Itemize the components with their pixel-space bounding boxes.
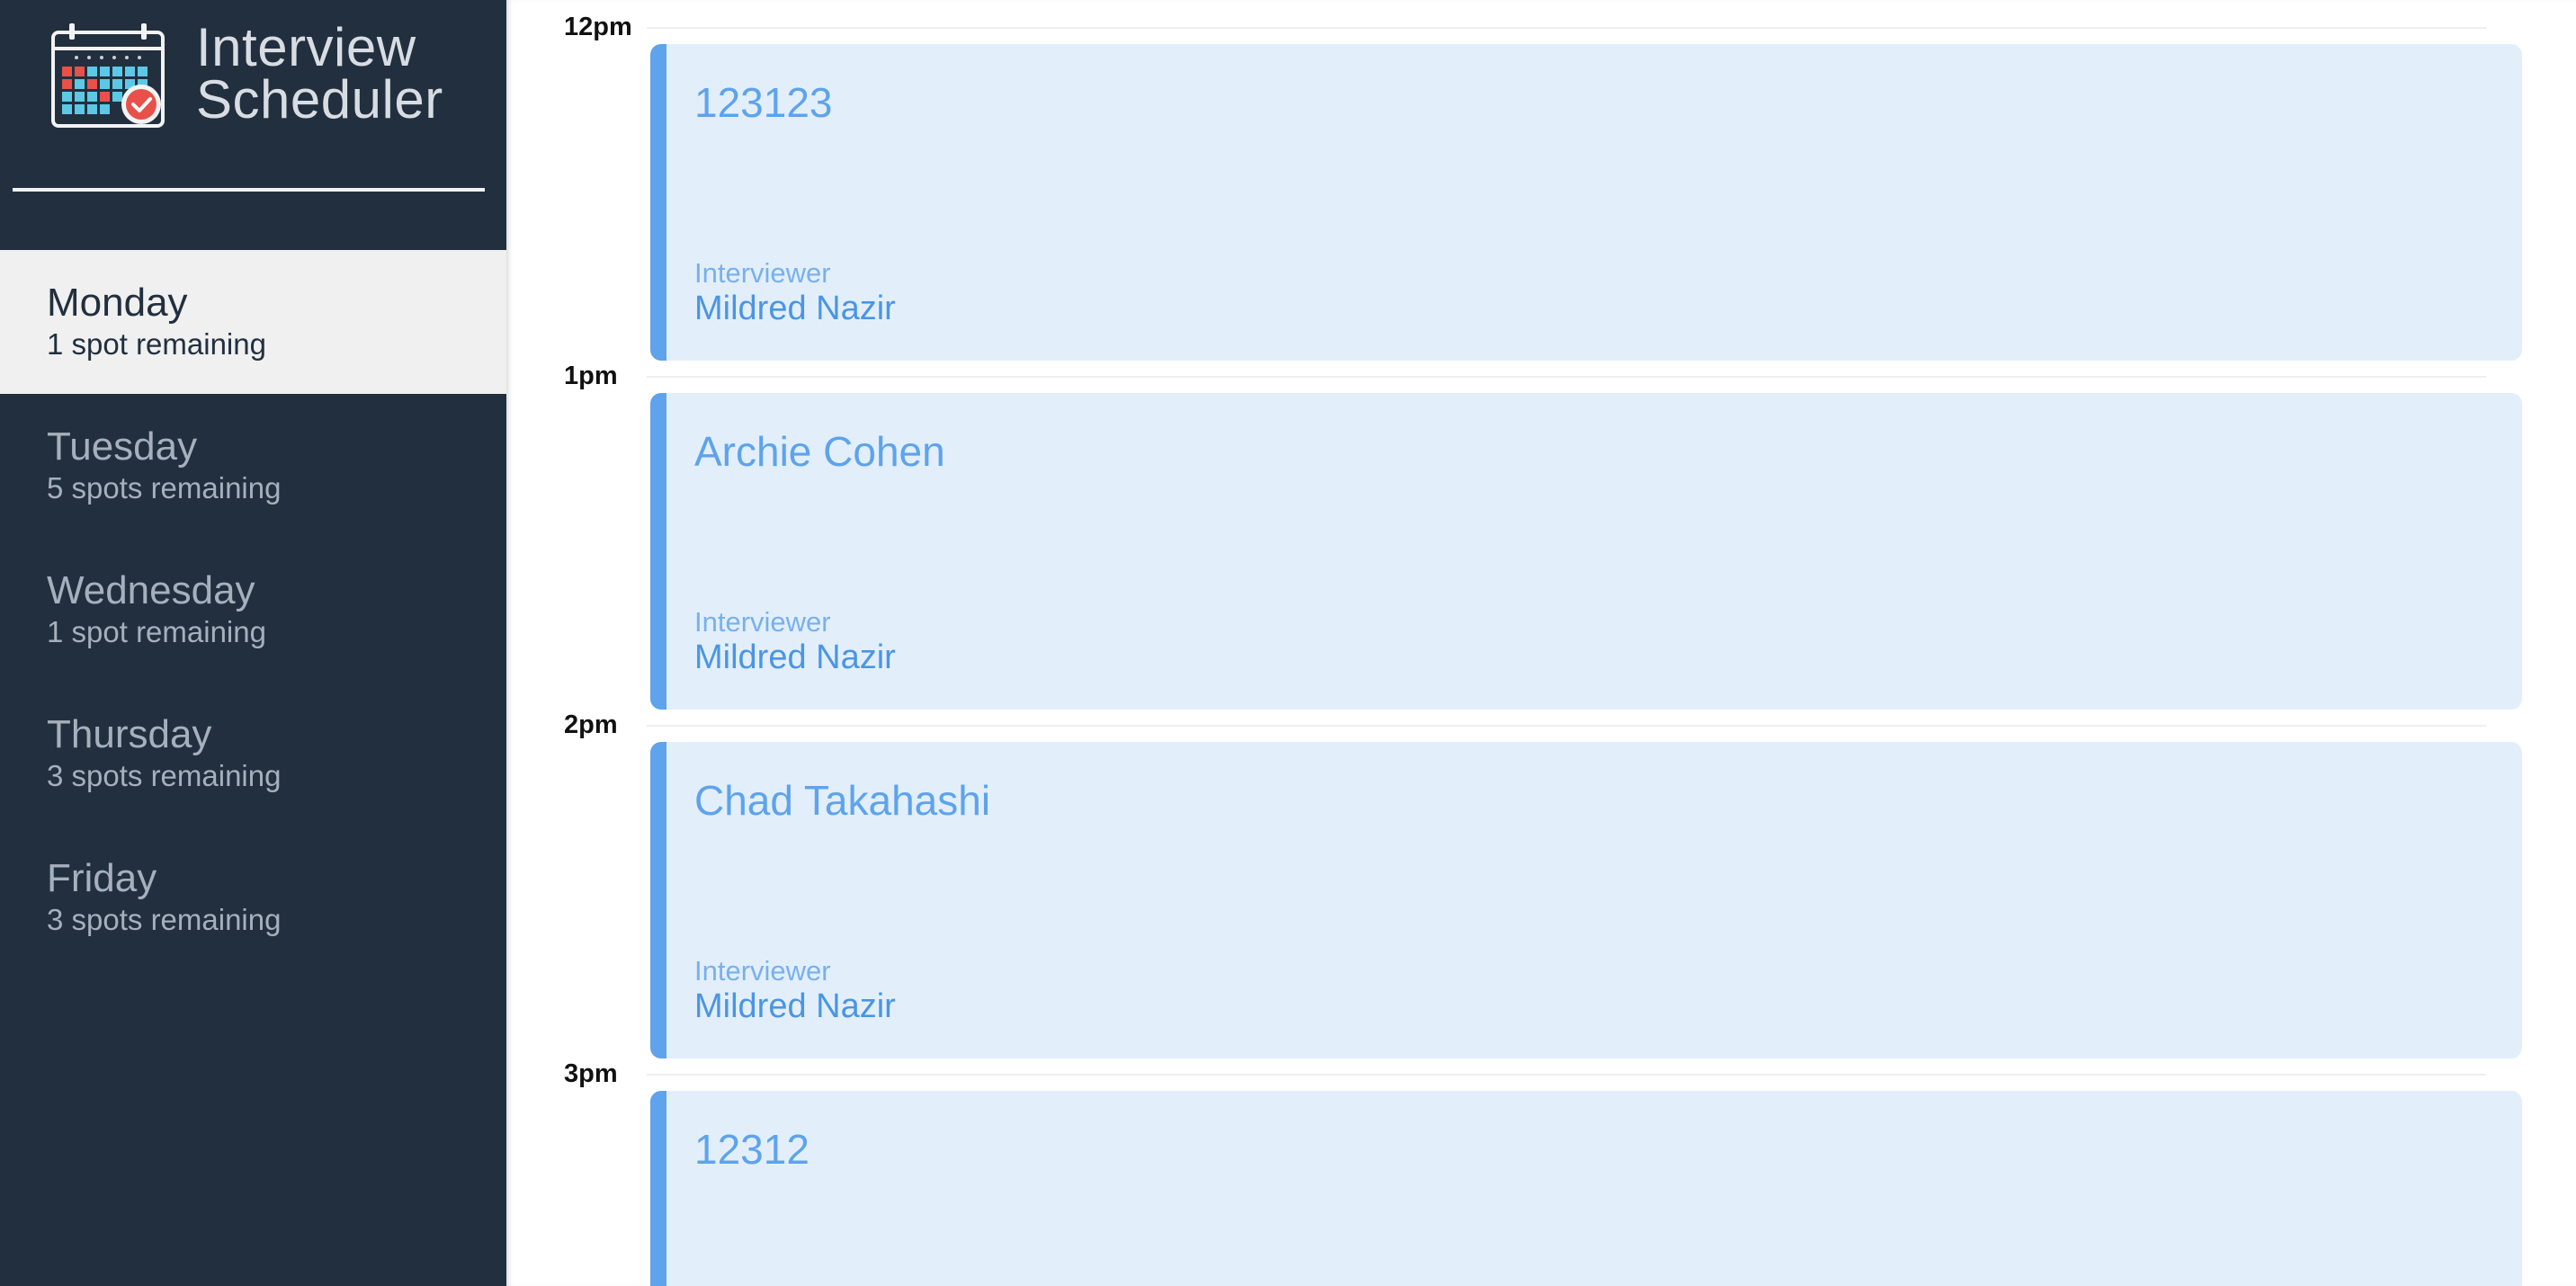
interviewer-name: Mildred Nazir [694,987,896,1025]
day-list: Monday 1 spot remaining Tuesday 5 spots … [0,250,506,969]
app-title-line1: Interview [196,17,416,77]
appointment-card[interactable]: 12312 [650,1091,2522,1286]
day-name: Monday [47,281,188,325]
appointment-card[interactable]: Archie Cohen Interviewer Mildred Nazir [650,393,2522,710]
slot-separator [647,27,2486,29]
app-title: Interview Scheduler [196,17,443,129]
appointment-card[interactable]: 123123 Interviewer Mildred Nazir [650,44,2522,361]
day-spots: 3 spots remaining [47,903,282,936]
calendar-logo-icon [51,23,165,128]
day-item-friday[interactable]: Friday 3 spots remaining [0,826,506,969]
interviewer-label: Interviewer [694,606,831,638]
student-name: 12312 [694,1126,809,1173]
appointment-card[interactable]: Chad Takahashi Interviewer Mildred Nazir [650,742,2522,1058]
slot-separator [647,1074,2486,1076]
app-title-line2: Scheduler [196,69,443,129]
appointment-slot-3pm: 3pm 12312 [506,1047,2576,1286]
day-name: Tuesday [47,424,198,469]
interviewer-label: Interviewer [694,257,831,289]
day-spots: 3 spots remaining [47,759,282,792]
appointment-slot-1pm: 1pm Archie Cohen Interviewer Mildred Naz… [506,349,2576,710]
appointment-slot-2pm: 2pm Chad Takahashi Interviewer Mildred N… [506,698,2576,1058]
day-name: Wednesday [47,568,255,612]
slot-time: 12pm [564,13,632,41]
slot-time: 3pm [564,1059,618,1088]
appointment-slot-12pm: 12pm 123123 Interviewer Mildred Nazir [506,0,2576,361]
day-spots: 1 spot remaining [47,615,266,648]
student-name: Archie Cohen [694,428,945,475]
sidebar: Interview Scheduler Monday 1 spot remain… [0,0,506,1286]
day-item-thursday[interactable]: Thursday 3 spots remaining [0,682,506,826]
student-name: 123123 [694,79,833,126]
interviewer-name: Mildred Nazir [694,290,896,327]
slot-separator [647,725,2486,727]
sidebar-divider [13,188,485,192]
interviewer-name: Mildred Nazir [694,639,896,676]
day-item-wednesday[interactable]: Wednesday 1 spot remaining [0,538,506,682]
day-name: Friday [47,856,157,900]
day-name: Thursday [47,712,212,756]
interviewer-label: Interviewer [694,955,831,987]
slot-time: 1pm [564,362,618,390]
schedule: 12pm 123123 Interviewer Mildred Nazir 1p… [506,0,2576,1286]
slot-separator [647,376,2486,378]
day-item-tuesday[interactable]: Tuesday 5 spots remaining [0,394,506,538]
slot-time: 2pm [564,710,618,739]
day-spots: 5 spots remaining [47,471,282,505]
student-name: Chad Takahashi [694,777,991,824]
day-spots: 1 spot remaining [47,327,266,361]
day-item-monday[interactable]: Monday 1 spot remaining [0,250,506,394]
